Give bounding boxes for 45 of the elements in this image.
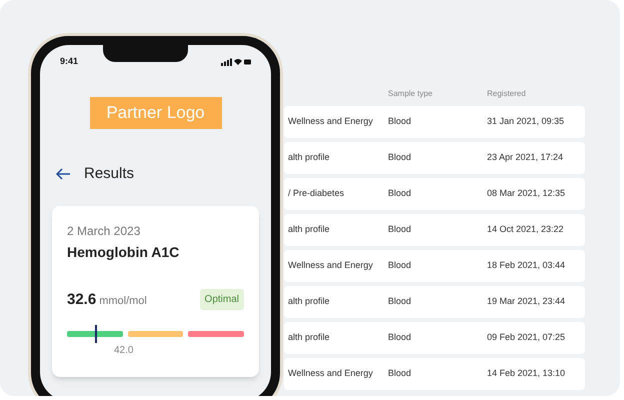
- table-cell-text: 09 Feb 2021, 07:25: [487, 331, 566, 344]
- marker-label: 42.0: [114, 344, 134, 358]
- table-cell-text: Blood: [388, 115, 412, 128]
- table-cell-text: 14 Feb 2021, 13:10: [487, 367, 566, 380]
- test-name: Hemoglobin A1C: [67, 242, 180, 262]
- table-cell-text: Wellness and Energy: [288, 367, 374, 380]
- table-cell-text: 31 Jan 2021, 09:35: [487, 115, 566, 128]
- table-cell-text: Blood: [388, 223, 412, 236]
- table-cell-text: Blood: [388, 295, 412, 308]
- table-cell-text: 18 Feb 2021, 03:44: [487, 259, 566, 272]
- table-cell-text: 23 Apr 2021, 17:24: [487, 151, 564, 164]
- result-value: 32.6: [67, 290, 96, 310]
- table-row[interactable]: Wellness and Energy Blood 14 Feb 2021, 13:10: [284, 358, 585, 390]
- table-cell-text: 14 Oct 2021, 23:22: [487, 223, 565, 236]
- result-date: 2 March 2023: [67, 222, 142, 240]
- table-row[interactable]: alth profile Blood 09 Feb 2021, 07:25: [284, 322, 585, 354]
- screen-title: Results: [84, 164, 134, 184]
- logo: Partner Logo: [90, 97, 222, 129]
- result-unit: mmol/mol: [99, 294, 147, 308]
- table-cell-text: Blood: [388, 367, 412, 380]
- table-row[interactable]: alth profile Blood 23 Apr 2021, 17:24: [284, 142, 585, 174]
- status-icons: [221, 58, 251, 66]
- table-cell-text: alth profile: [288, 151, 331, 164]
- column-header: Registered: [487, 88, 527, 100]
- table-cell-text: alth profile: [288, 295, 331, 308]
- table-cell-text: Blood: [388, 331, 412, 344]
- table-row[interactable]: alth profile Blood 19 Mar 2021, 23:44: [284, 286, 585, 318]
- column-header: Sample type: [388, 88, 434, 100]
- status-badge: Optimal: [200, 289, 244, 310]
- status-time: 9:41: [60, 55, 78, 68]
- table-cell-text: 08 Mar 2021, 12:35: [487, 187, 566, 200]
- table-cell-text: alth profile: [288, 223, 331, 236]
- table-cell-text: Blood: [388, 151, 412, 164]
- table-cell-text: 19 Mar 2021, 23:44: [487, 295, 566, 308]
- table-cell-text: Blood: [388, 259, 412, 272]
- table-cell-text: Blood: [388, 187, 412, 200]
- table-row[interactable]: / Pre-diabetes Blood 08 Mar 2021, 12:35: [284, 178, 585, 210]
- table-cell-text: Wellness and Energy: [288, 259, 374, 272]
- table-row[interactable]: alth profile Blood 14 Oct 2021, 23:22: [284, 214, 585, 246]
- table-row[interactable]: Wellness and Energy Blood 18 Feb 2021, 03:44: [284, 250, 585, 282]
- table-cell-text: alth profile: [288, 331, 331, 344]
- table-row[interactable]: Wellness and Energy Blood 31 Jan 2021, 09:35: [284, 106, 585, 138]
- back-arrow-icon[interactable]: [56, 168, 71, 180]
- table-cell-text: Wellness and Energy: [288, 115, 374, 128]
- table-cell-text: / Pre-diabetes: [288, 187, 346, 200]
